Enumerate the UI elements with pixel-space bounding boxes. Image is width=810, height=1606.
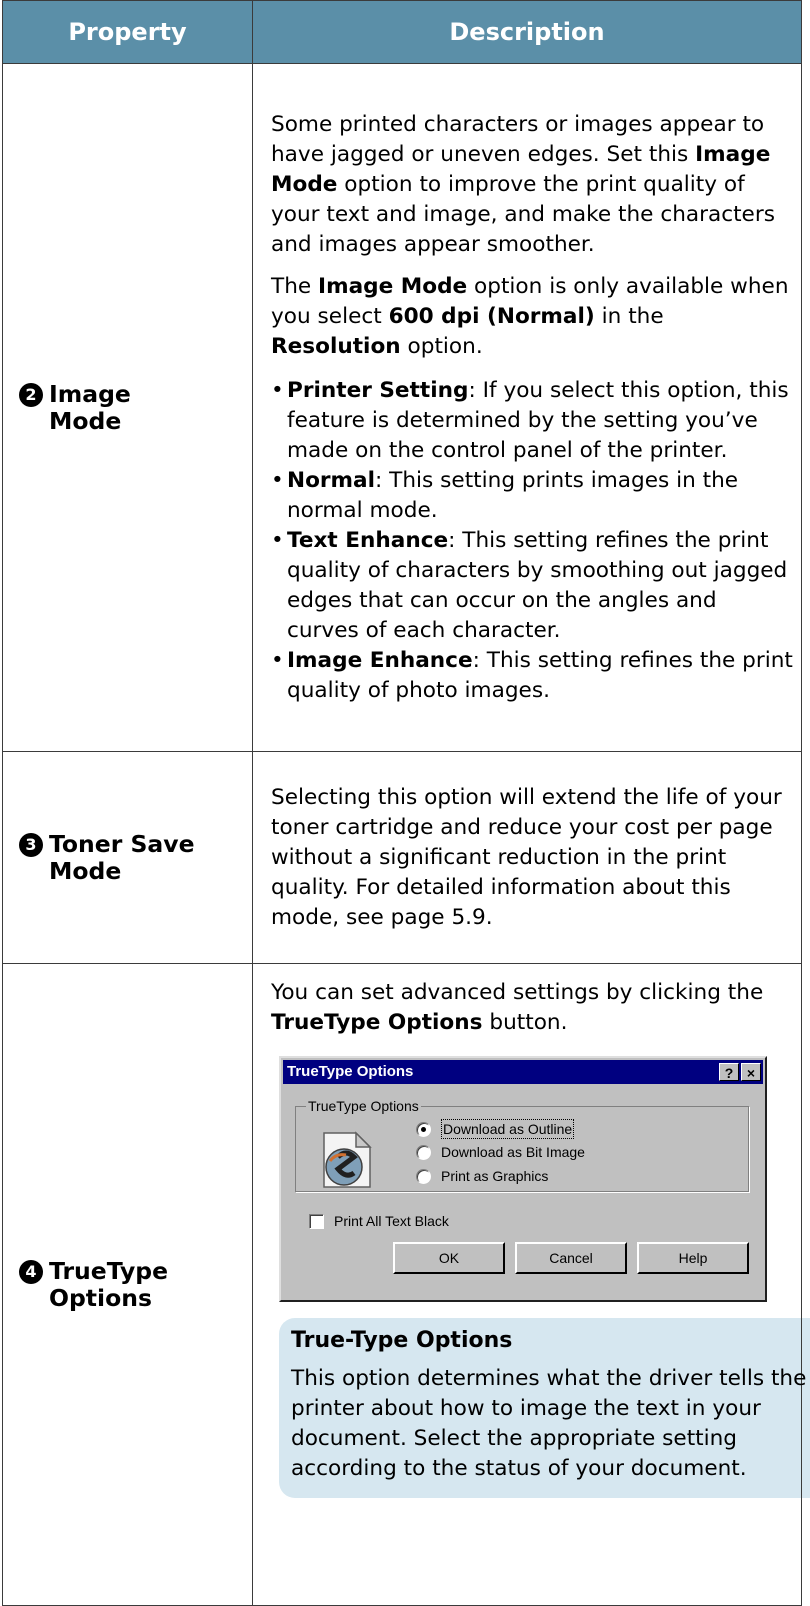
text: option to improve the print quality of y… — [271, 171, 775, 257]
number-badge: 3 — [19, 832, 43, 857]
description-cell: You can set advanced settings by clickin… — [252, 963, 810, 1606]
text: button. — [482, 1010, 568, 1035]
number-badge: 4 — [19, 1259, 43, 1284]
list-item: Image Enhance: This setting refines the … — [271, 646, 793, 706]
option-name: Image Enhance — [287, 647, 473, 673]
list-item: Normal: This setting prints images in th… — [271, 466, 793, 526]
row-toner-save-mode: 3 Toner Save Mode Selecting this option … — [2, 751, 802, 964]
option-name: Text Enhance — [287, 527, 449, 553]
text: Some printed characters or images appear… — [271, 111, 765, 167]
number-badge: 2 — [19, 382, 43, 407]
bold-term: TrueType Options — [271, 1010, 483, 1035]
radio-label: Download as Bit Image — [441, 1144, 585, 1160]
text: option. — [400, 333, 483, 359]
property-cell: 2 Image Mode — [2, 63, 253, 752]
option-name: Normal — [287, 467, 376, 493]
document-font-icon — [323, 1131, 372, 1188]
note-box: True-Type Options This option determines… — [279, 1318, 810, 1498]
row-truetype-options: 4 TrueType Options You can set advanced … — [2, 963, 810, 1606]
print-all-text-black-checkbox[interactable]: Print All Text Black — [309, 1212, 449, 1230]
property-cell: 3 Toner Save Mode — [2, 751, 253, 964]
radio-download-bit-image[interactable]: Download as Bit Image — [416, 1143, 585, 1161]
cancel-button[interactable]: Cancel — [515, 1242, 627, 1274]
ok-button[interactable]: OK — [393, 1242, 505, 1274]
row-image-mode: 2 Image Mode Some printed characters or … — [2, 63, 802, 752]
radio-download-outline[interactable]: Download as Outline — [416, 1119, 575, 1139]
help-button[interactable]: Help — [637, 1242, 749, 1274]
header-description: Description — [252, 0, 802, 64]
note-title: True-Type Options — [291, 1328, 513, 1353]
list-item: Printer Setting: If you select this opti… — [271, 376, 793, 466]
property-cell: 4 TrueType Options — [2, 963, 253, 1606]
description-cell: Selecting this option will extend the li… — [252, 751, 802, 964]
dialog-title: TrueType Options — [287, 1063, 414, 1080]
text: in the — [594, 303, 664, 329]
checkbox-label: Print All Text Black — [334, 1213, 449, 1229]
property-name: Image Mode — [49, 379, 131, 435]
dialog-titlebar: TrueType Options ? × — [283, 1060, 763, 1084]
truetype-options-dialog: TrueType Options ? × TrueType Options Do… — [279, 1056, 767, 1302]
help-title-button[interactable]: ? — [719, 1063, 739, 1081]
bold-term: 600 dpi (Normal) — [388, 303, 595, 329]
close-button[interactable]: × — [741, 1063, 761, 1081]
radio-icon — [416, 1144, 431, 1160]
header-row: Property Description — [2, 0, 802, 64]
list-item: Text Enhance: This setting refines the p… — [271, 526, 793, 646]
checkbox-icon — [309, 1213, 324, 1229]
properties-table: Property Description 2 Image Mode Some p… — [2, 0, 810, 1606]
paragraph: Selecting this option will extend the li… — [271, 784, 782, 930]
radio-print-as-graphics[interactable]: Print as Graphics — [416, 1167, 548, 1185]
paragraph: You can set advanced settings by clickin… — [271, 978, 793, 1038]
paragraph: Some printed characters or images appear… — [271, 110, 793, 260]
property-name: Toner Save Mode — [49, 829, 195, 885]
text: You can set advanced settings by clickin… — [271, 980, 764, 1005]
radio-selected-icon — [416, 1121, 431, 1137]
bold-term: Image Mode — [318, 273, 468, 299]
option-name: Printer Setting — [287, 377, 469, 403]
option-list: Printer Setting: If you select this opti… — [271, 376, 793, 706]
group-label: TrueType Options — [306, 1097, 421, 1115]
text: The — [271, 273, 319, 299]
radio-label: Download as Outline — [441, 1119, 575, 1139]
radio-label: Print as Graphics — [441, 1168, 549, 1184]
bold-term: Resolution — [271, 333, 401, 359]
radio-icon — [416, 1168, 431, 1184]
header-property: Property — [2, 0, 253, 64]
paragraph: The Image Mode option is only available … — [271, 272, 793, 362]
truetype-options-group: TrueType Options Download as Outline Dow… — [295, 1097, 749, 1192]
note-body: This option determines what the driver t… — [291, 1366, 807, 1481]
property-name: TrueType Options — [49, 1256, 169, 1312]
description-cell: Some printed characters or images appear… — [252, 63, 802, 752]
